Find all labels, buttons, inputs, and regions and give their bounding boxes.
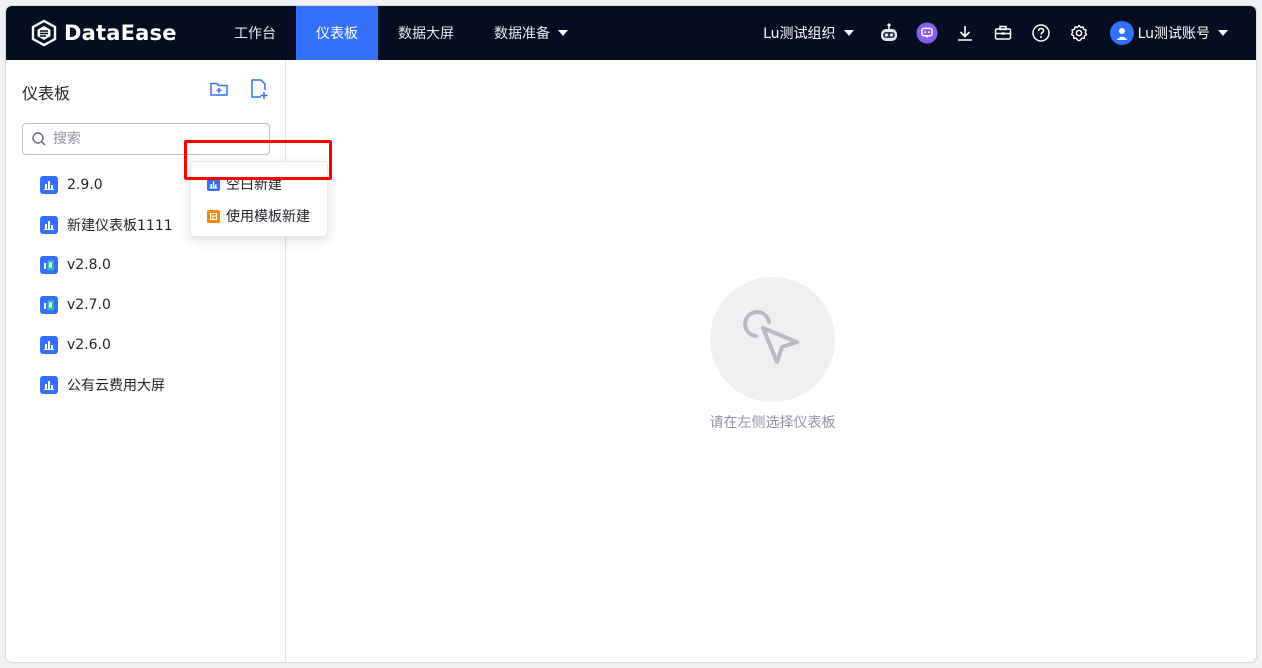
new-dashboard-button[interactable] [248, 78, 270, 100]
empty-state-text: 请在左侧选择仪表板 [709, 415, 836, 431]
tree-item-label: 2.9.0 [67, 177, 103, 193]
robot-icon [880, 23, 897, 41]
download-icon [957, 26, 972, 41]
account-menu[interactable]: Lu测试账号 [1109, 21, 1228, 45]
search-icon [32, 132, 46, 146]
search-input[interactable] [53, 131, 203, 147]
dashboard-icon [40, 216, 58, 234]
tree-item-label: 新建仪表板1111 [67, 218, 173, 234]
user-icon [1116, 28, 1128, 40]
nav-label: 数据准备 [494, 26, 550, 42]
chat-assistant-icon [916, 22, 938, 44]
empty-state-illustration [710, 277, 835, 402]
settings-button[interactable] [1068, 22, 1090, 44]
chevron-down-icon [558, 30, 568, 36]
tree-item[interactable]: v2.8.0 [6, 245, 286, 285]
top-navbar: DataEase 工作台 仪表板 数据大屏 数据准备 Lu测试组织 Lu测试账号 [6, 6, 1256, 60]
download-button[interactable] [954, 22, 976, 44]
chat-assistant-button[interactable] [916, 22, 938, 44]
nav-label: 数据大屏 [398, 26, 454, 42]
new-folder-icon [210, 82, 228, 96]
nav-item-workbench[interactable]: 工作台 [214, 6, 296, 60]
app-logo[interactable]: DataEase [30, 18, 177, 48]
toolbox-icon [994, 25, 1011, 40]
mobile-dashboard-icon [40, 296, 58, 314]
template-icon [207, 209, 220, 223]
org-label: Lu测试组织 [763, 26, 836, 42]
dataease-logo-icon [31, 19, 57, 47]
chevron-down-icon [843, 30, 854, 36]
app-window: DataEase 工作台 仪表板 数据大屏 数据准备 Lu测试组织 Lu测试账号… [6, 6, 1256, 662]
mobile-dashboard-icon [40, 256, 58, 274]
cursor-pointer-icon [742, 309, 799, 364]
tree-item[interactable]: 公有云费用大屏 [6, 365, 286, 405]
help-button[interactable] [1030, 22, 1052, 44]
sidebar-title: 仪表板 [22, 84, 71, 103]
robot-button[interactable] [878, 22, 900, 44]
dashboard-icon [40, 376, 58, 394]
tree-item-label: 公有云费用大屏 [67, 378, 165, 394]
nav-item-data-prep[interactable]: 数据准备 [474, 6, 588, 60]
help-icon [1031, 24, 1050, 42]
chevron-down-icon [1218, 30, 1228, 36]
tree-item-label: v2.6.0 [67, 337, 111, 353]
nav-item-data-screen[interactable]: 数据大屏 [378, 6, 474, 60]
settings-icon [1070, 24, 1087, 42]
nav-label: 工作台 [234, 26, 276, 42]
avatar [1109, 21, 1134, 45]
tree-item[interactable]: v2.7.0 [6, 285, 286, 325]
nav-label: 仪表板 [316, 26, 358, 42]
tree-item[interactable]: v2.6.0 [6, 325, 286, 365]
main-nav: 工作台 仪表板 数据大屏 数据准备 [214, 6, 588, 60]
new-folder-button[interactable] [208, 78, 230, 100]
account-label: Lu测试账号 [1137, 26, 1210, 42]
dashboard-icon [40, 176, 58, 194]
dashboard-icon [40, 336, 58, 354]
new-file-icon [251, 79, 268, 99]
tree-item-label: v2.8.0 [67, 257, 111, 273]
tree-item-label: v2.7.0 [67, 297, 111, 313]
header-tools: Lu测试组织 Lu测试账号 [763, 6, 1228, 60]
main-content: 请在左侧选择仪表板 [287, 60, 1256, 662]
sidebar: 仪表板 搜索 2.9.0 新建仪表板1111 v2.8.0 v2.7.0 v2.… [6, 60, 332, 662]
logo-text: DataEase [64, 21, 177, 45]
nav-item-dashboard[interactable]: 仪表板 [296, 6, 378, 60]
toolbox-button[interactable] [992, 22, 1014, 44]
org-switcher[interactable]: Lu测试组织 [763, 23, 854, 43]
